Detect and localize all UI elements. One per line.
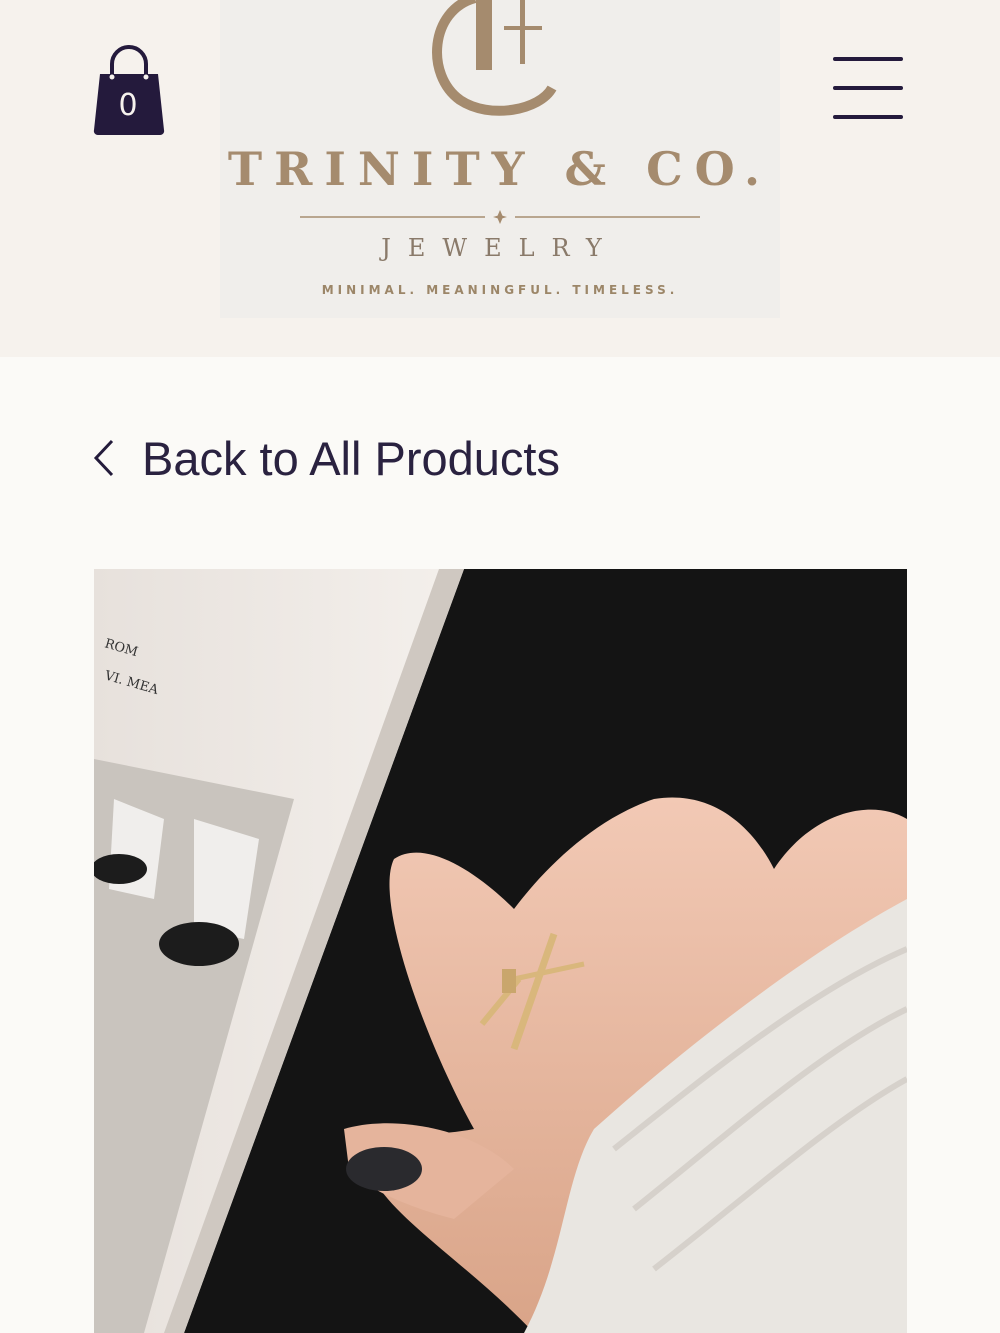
product-image[interactable]: ROM VI. MEA xyxy=(94,569,907,1333)
product-photo: ROM VI. MEA xyxy=(94,569,907,1333)
site-header: 0 TRINITY & CO. JEWELRY MINIMAL. MEANING… xyxy=(0,0,1000,357)
brand-subtitle: JEWELRY xyxy=(381,234,619,262)
hamburger-menu-button[interactable] xyxy=(833,55,905,123)
cart-button[interactable]: 0 xyxy=(92,44,166,138)
menu-line-icon xyxy=(833,115,903,119)
brand-name: TRINITY & CO. xyxy=(227,142,773,196)
brand-tagline: MINIMAL. MEANINGFUL. TIMELESS. xyxy=(321,283,679,297)
cart-count: 0 xyxy=(118,88,138,123)
brand-logo[interactable]: TRINITY & CO. JEWELRY MINIMAL. MEANINGFU… xyxy=(220,0,780,318)
monogram-cross-icon xyxy=(432,0,557,116)
menu-line-icon xyxy=(833,86,903,90)
back-link-label: Back to All Products xyxy=(142,431,560,485)
menu-line-icon xyxy=(833,57,903,61)
chevron-left-icon xyxy=(93,439,114,477)
divider-star-icon xyxy=(300,210,700,224)
back-to-products-link[interactable]: Back to All Products xyxy=(92,428,560,488)
